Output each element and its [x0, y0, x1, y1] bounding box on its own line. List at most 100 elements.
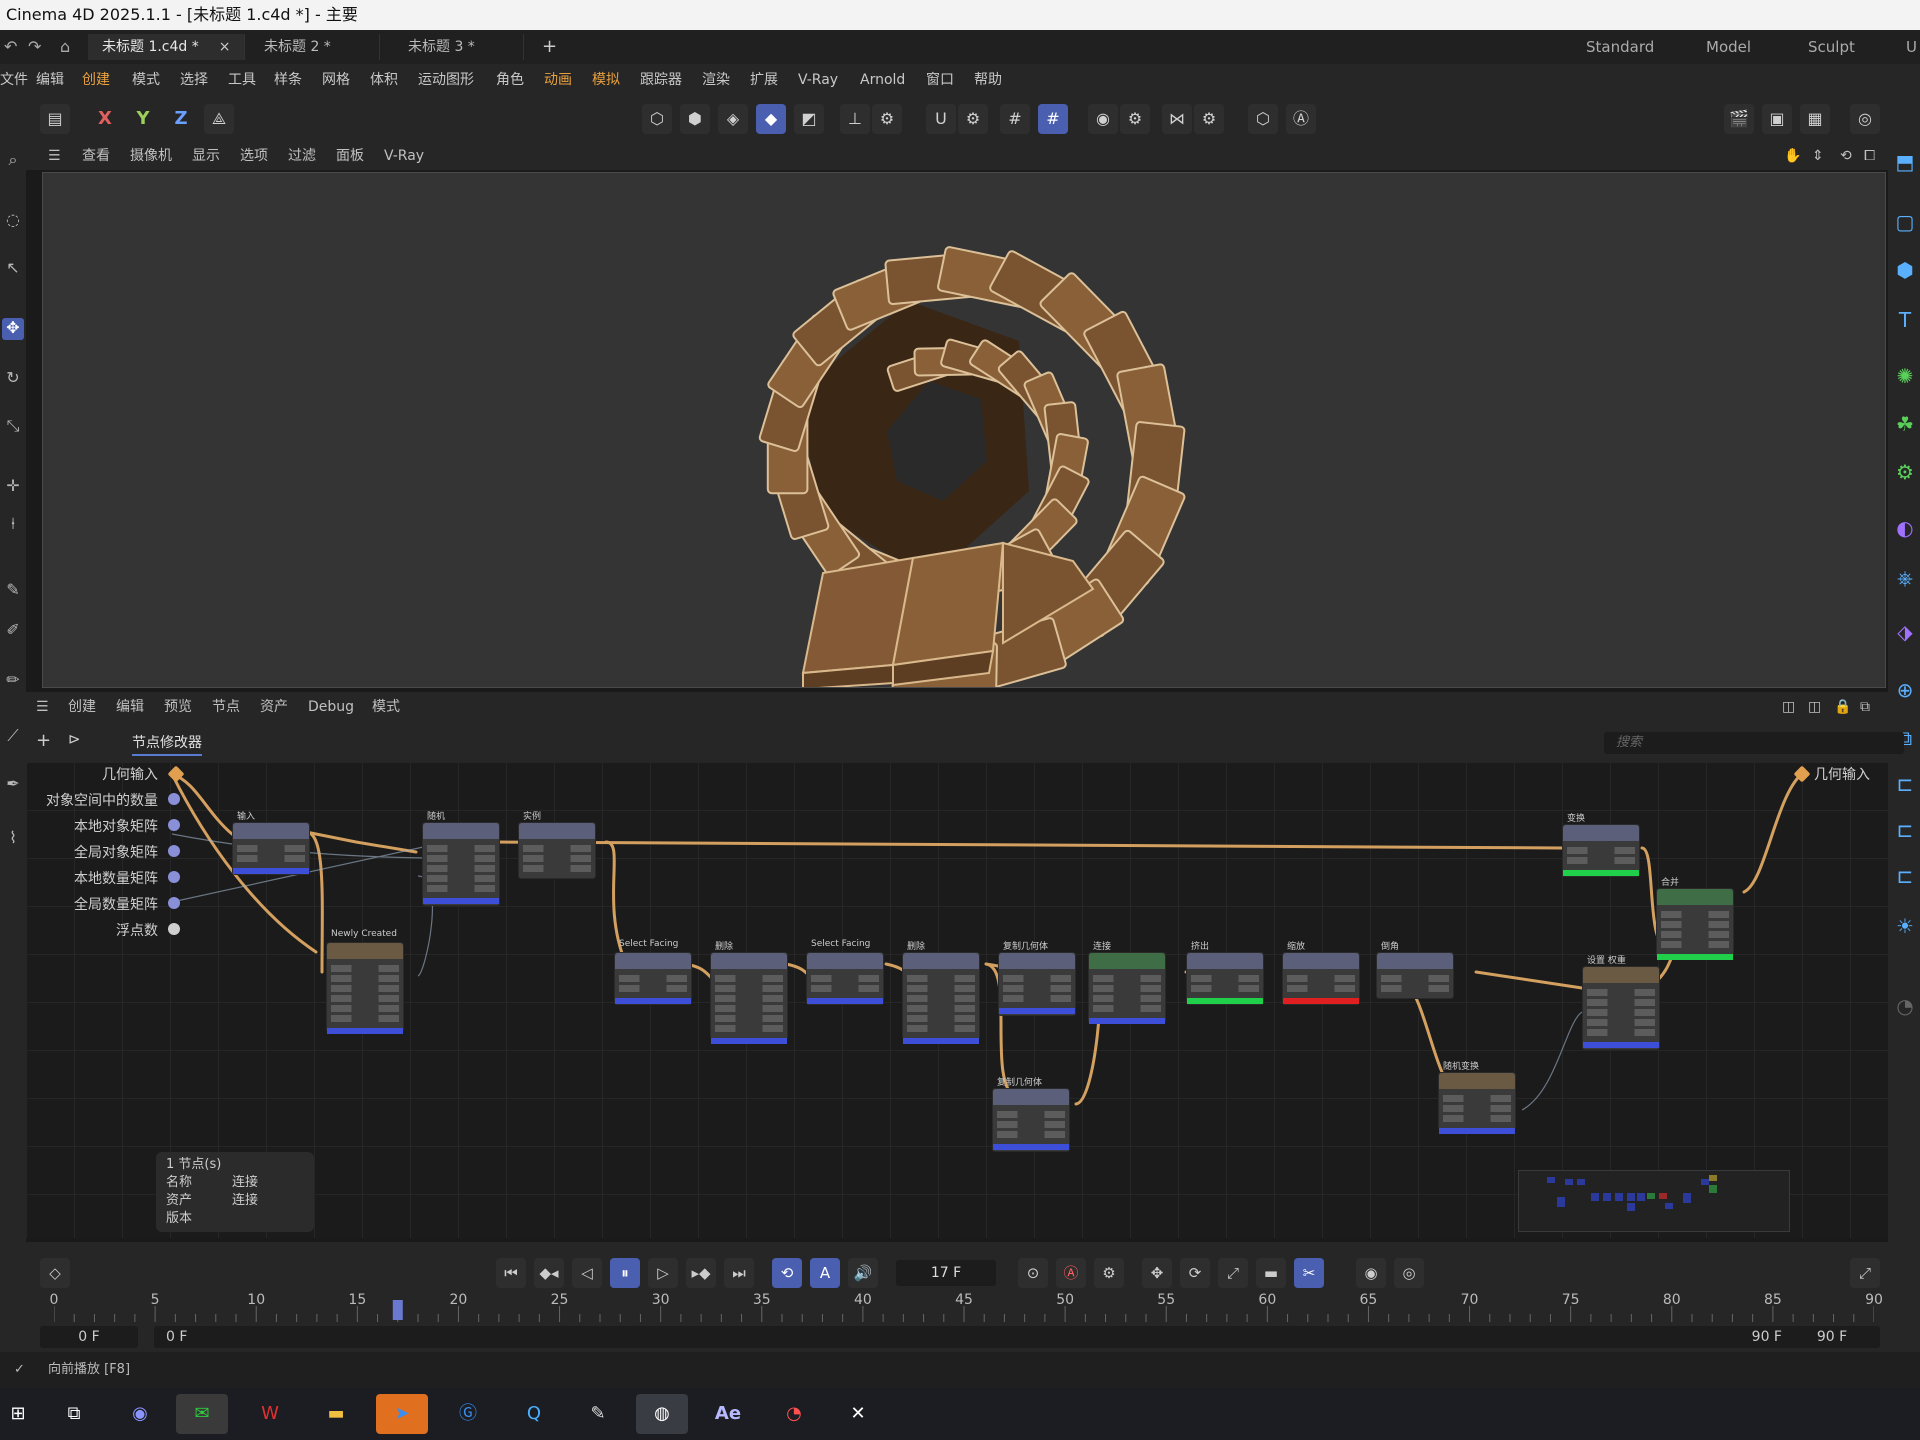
undo-icon[interactable]: ↶ [4, 37, 17, 56]
menu-edit[interactable]: 编辑 [36, 64, 64, 96]
task-view-icon[interactable]: ⧉ [48, 1394, 100, 1434]
menu-character[interactable]: 角色 [496, 64, 524, 96]
capcut-icon[interactable]: ✕ [832, 1394, 884, 1434]
layout-tab-more[interactable]: U [1906, 38, 1917, 56]
input-port-float-dot[interactable] [168, 923, 180, 935]
paint-icon[interactable]: ⌇ [2, 828, 24, 850]
symmetry-settings-icon[interactable]: ⚙ [1194, 104, 1224, 134]
layout-tab-model[interactable]: Model [1706, 38, 1751, 56]
node-modifier-tab[interactable]: 节点修改器 [132, 732, 202, 756]
viewport-menu-panel[interactable]: 面板 [336, 142, 364, 170]
input-port-local-matrix-dot[interactable] [168, 819, 180, 831]
node-instance[interactable]: 实例 [518, 812, 596, 879]
transform-icon[interactable]: ✛ [2, 476, 24, 498]
object-list-icon[interactable]: ▤ [40, 104, 70, 134]
key-pla-icon[interactable]: ✂ [1294, 1258, 1324, 1288]
start-frame-field[interactable]: 0 F [40, 1326, 138, 1348]
volume-icon[interactable]: ⬗ [1892, 620, 1918, 646]
node-extrude[interactable]: 挤出 [1186, 942, 1264, 1005]
go-to-end-icon[interactable]: ⏭ [724, 1258, 754, 1288]
node-delete-2[interactable]: 删除 [902, 942, 980, 1044]
wps-icon[interactable]: W [244, 1394, 296, 1434]
add-icon[interactable]: + [36, 730, 51, 751]
field-icon[interactable]: ⎈ [1892, 566, 1918, 592]
search-icon[interactable]: ⌕ [2, 150, 24, 172]
loop-icon[interactable]: ⟲ [772, 1258, 802, 1288]
y-axis-toggle[interactable]: Y [128, 104, 158, 134]
input-port-global-count-matrix-dot[interactable] [168, 897, 180, 909]
input-port-count-dot[interactable] [168, 793, 180, 805]
hamburger-icon[interactable]: ☰ [36, 692, 49, 722]
end-frame-field[interactable]: 90 F [1784, 1326, 1880, 1348]
current-frame-field[interactable]: 17 F [896, 1260, 996, 1286]
node-bevel[interactable]: 倒角 [1376, 942, 1454, 999]
ne-menu-preview[interactable]: 预览 [164, 692, 192, 722]
live-selection-icon[interactable]: ◌ [2, 210, 24, 232]
node-copy-geometry-2[interactable]: 复制几何体 [992, 1078, 1070, 1152]
input-port-global-matrix-dot[interactable] [168, 845, 180, 857]
texture-mode-icon[interactable]: ◩ [794, 104, 824, 134]
key-settings-icon[interactable]: ⚙ [1094, 1258, 1124, 1288]
node-minimap[interactable] [1518, 1170, 1790, 1232]
node-select-facing-1[interactable]: Select Facing [614, 939, 692, 1005]
maximize-view-icon[interactable]: ⧠ [1864, 142, 1875, 170]
camera-icon[interactable]: ⬒ [1892, 150, 1918, 176]
points-mode-icon[interactable]: ⬡ [642, 104, 672, 134]
menu-tracker[interactable]: 跟踪器 [640, 64, 682, 96]
menu-help[interactable]: 帮助 [974, 64, 1002, 96]
node-scale[interactable]: 缩放 [1282, 942, 1360, 1005]
viewport-menu-camera[interactable]: 摄像机 [130, 142, 172, 170]
dolly-icon[interactable]: ⇕ [1812, 142, 1824, 170]
axis-settings-icon[interactable]: ⚙ [872, 104, 902, 134]
node-transform[interactable]: 变换 [1562, 814, 1640, 877]
timeline-expand-icon[interactable]: ⤢ [1850, 1258, 1880, 1288]
viewport-menu-view[interactable]: 查看 [82, 142, 110, 170]
input-port-local-count-matrix-dot[interactable] [168, 871, 180, 883]
wechat-icon[interactable]: ✉ [176, 1394, 228, 1434]
ne-menu-edit[interactable]: 编辑 [116, 692, 144, 722]
node-input[interactable]: 输入 [232, 812, 310, 875]
snap-settings-icon[interactable]: ⚙ [958, 104, 988, 134]
grid-icon[interactable]: # [1000, 104, 1030, 134]
ne-menu-node[interactable]: 节点 [212, 692, 240, 722]
menu-file[interactable]: 文件 [0, 64, 28, 96]
menu-tools[interactable]: 工具 [228, 64, 256, 96]
model-mode-icon[interactable]: ◆ [756, 104, 786, 134]
doc-tab-1[interactable]: 未标题 1.c4d * × [88, 34, 246, 60]
generator-icon[interactable]: ✺ [1892, 364, 1918, 390]
node-search-input[interactable]: 搜索 [1604, 732, 1904, 754]
hamburger-icon[interactable]: ☰ [48, 142, 61, 170]
menu-mograph[interactable]: 运动图形 [418, 64, 474, 96]
viewport-menu-display[interactable]: 显示 [192, 142, 220, 170]
menu-extensions[interactable]: 扩展 [750, 64, 778, 96]
node-random-transform[interactable]: 随机变换 [1438, 1062, 1516, 1134]
node-merge[interactable]: 合并 [1656, 878, 1734, 960]
light-icon[interactable]: ☀ [1892, 914, 1918, 940]
viewport-menu-vray[interactable]: V-Ray [384, 142, 424, 170]
menu-volume[interactable]: 体积 [370, 64, 398, 96]
pan-icon[interactable]: ✋ [1784, 142, 1801, 170]
recorder-icon[interactable]: ◔ [768, 1394, 820, 1434]
select-arrow-icon[interactable]: ↖ [2, 258, 24, 280]
scale-icon[interactable]: ⤡ [2, 416, 24, 438]
lock-icon[interactable]: 🔒 [1834, 692, 1851, 722]
tag-icon[interactable]: ⊳ [68, 730, 81, 748]
browser-icon[interactable]: Ⓖ [442, 1394, 494, 1434]
z-axis-toggle[interactable]: Z [166, 104, 196, 134]
null-icon[interactable]: ▢ [1892, 210, 1918, 236]
next-key-icon[interactable]: ▸◆ [686, 1258, 716, 1288]
node-select-facing-2[interactable]: Select Facing [806, 939, 884, 1005]
asset-icon[interactable]: Ⓐ [1286, 104, 1316, 134]
layout-tab-standard[interactable]: Standard [1586, 38, 1654, 56]
motion-system-icon[interactable]: ◉ [1356, 1258, 1386, 1288]
node-set-weight[interactable]: 设置 权重 [1582, 956, 1660, 1050]
move-icon[interactable]: ✥ [2, 318, 24, 340]
menu-vray[interactable]: V-Ray [798, 64, 838, 96]
sketch-icon[interactable]: ✐ [2, 620, 24, 642]
sound-icon[interactable]: 🔊 [848, 1258, 878, 1288]
menu-render[interactable]: 渲染 [702, 64, 730, 96]
cube-icon[interactable]: ⬢ [1892, 258, 1918, 284]
layout-icon[interactable]: ◫ [1782, 692, 1795, 722]
popout-icon[interactable]: ⧉ [1860, 692, 1870, 722]
ne-menu-create[interactable]: 创建 [68, 692, 96, 722]
